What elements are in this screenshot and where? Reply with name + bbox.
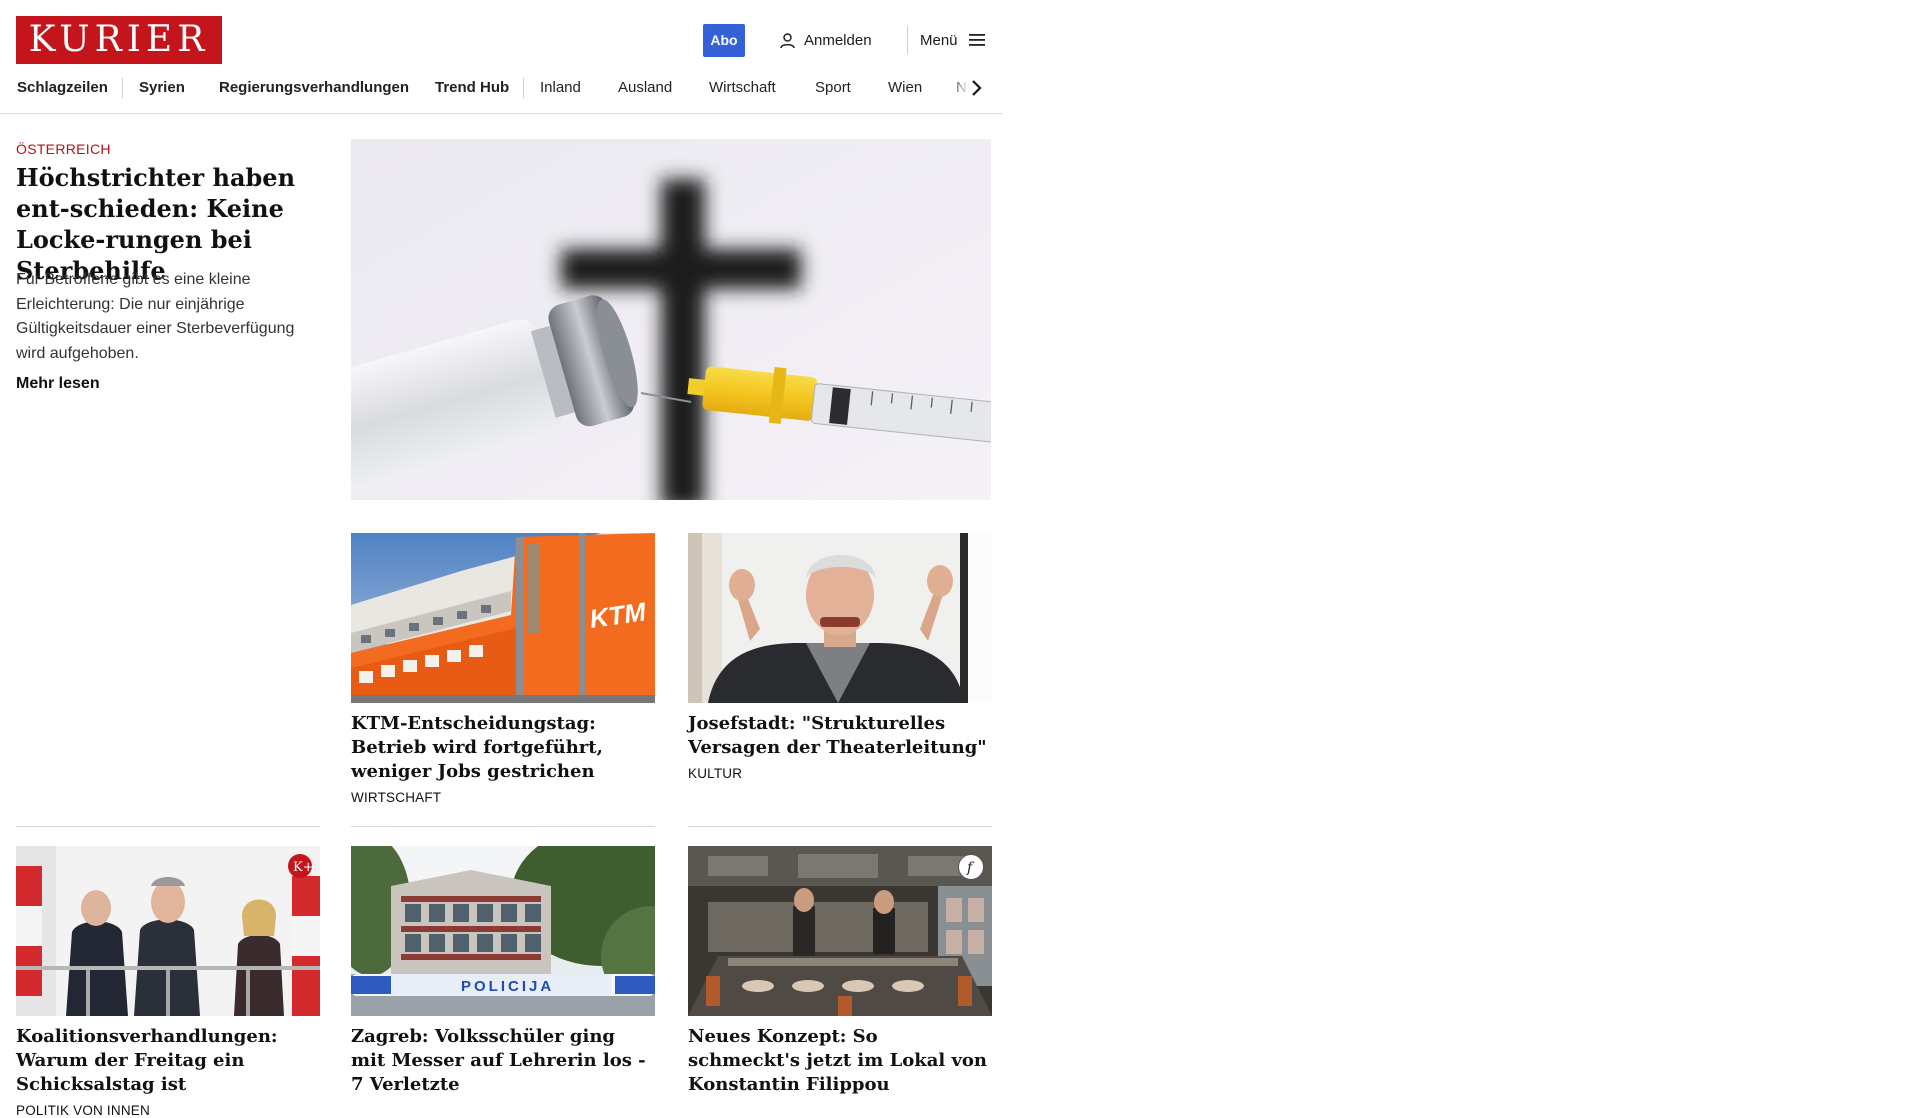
article-card-zagreb[interactable]: POLICIJA Zagreb: Volksschüler ging mit M… <box>351 846 655 1097</box>
user-icon <box>780 32 795 48</box>
kurier-logo[interactable]: KURIER <box>16 16 222 64</box>
nav-item-inland[interactable]: Inland <box>540 76 581 100</box>
lead-kicker: ÖSTERREICH <box>16 141 111 157</box>
row-divider <box>688 826 992 827</box>
article-image-koalition[interactable]: K+ <box>16 846 320 1016</box>
header-divider <box>907 26 908 54</box>
hamburger-icon <box>968 34 985 46</box>
svg-text:K+: K+ <box>293 860 312 875</box>
read-more-link[interactable]: Mehr lesen <box>16 375 100 393</box>
row-divider <box>351 826 655 827</box>
lead-image[interactable] <box>351 139 991 500</box>
article-title[interactable]: KTM-Entscheidungstag: Betrieb wird fortg… <box>351 712 655 784</box>
chevron-right-icon[interactable] <box>966 78 986 98</box>
article-title[interactable]: Zagreb: Volksschüler ging mit Messer auf… <box>351 1025 655 1097</box>
lead-teaser: Für Betroffene gibt es eine kleine Erlei… <box>16 271 295 362</box>
nav-item-syrien[interactable]: Syrien <box>139 76 185 100</box>
article-card-koalition[interactable]: K+ Koalitionsverhandlungen: Warum der Fr… <box>16 846 320 1118</box>
nav-item-sport[interactable]: Sport <box>815 76 851 100</box>
falstaff-badge-icon: f <box>958 854 984 880</box>
article-title[interactable]: Koalitionsverhandlungen: Warum der Freit… <box>16 1025 320 1097</box>
nav-item-wirtschaft[interactable]: Wirtschaft <box>709 76 776 100</box>
article-image-josefstadt[interactable] <box>688 533 992 703</box>
login-button[interactable]: Anmelden <box>779 30 872 50</box>
nav-item-wien[interactable]: Wien <box>888 76 922 100</box>
article-section[interactable]: POLITIK VON INNEN <box>16 1103 320 1118</box>
article-image-ktm[interactable]: KTM <box>351 533 655 703</box>
abo-button[interactable]: Abo <box>703 24 745 57</box>
nav-item-schlagzeilen[interactable]: Schlagzeilen <box>17 76 108 100</box>
svg-text:f: f <box>966 860 975 876</box>
nav-item-trend-hub[interactable]: Trend Hub <box>435 76 509 100</box>
article-section[interactable]: WIRTSCHAFT <box>351 790 655 805</box>
kurier-plus-badge-icon: K+ <box>288 854 314 878</box>
site-header: KURIER Abo Anmelden Menü Schlagzeilen Sy… <box>0 0 1003 114</box>
police-sign: POLICIJA <box>461 978 554 995</box>
nav-divider <box>523 78 524 98</box>
login-label: Anmelden <box>804 31 872 49</box>
page: KURIER Abo Anmelden Menü Schlagzeilen Sy… <box>0 0 1003 1118</box>
article-title[interactable]: Neues Konzept: So schmeckt's jetzt im Lo… <box>688 1025 992 1097</box>
row-divider <box>16 826 320 827</box>
nav-item-ausland[interactable]: Ausland <box>618 76 672 100</box>
article-image-filippou[interactable]: f <box>688 846 992 1016</box>
article-card-ktm[interactable]: KTM KTM-Entscheidungstag: Betrieb wird f… <box>351 533 655 805</box>
nav-item-regierungsverhandlungen[interactable]: Regierungsverhandlungen <box>219 76 409 100</box>
menu-label: Menü <box>920 31 958 49</box>
section-nav: Schlagzeilen Syrien Regierungsverhandlun… <box>0 76 1003 100</box>
article-image-zagreb[interactable]: POLICIJA <box>351 846 655 1016</box>
nav-divider <box>122 78 123 98</box>
menu-button[interactable]: Menü <box>920 30 986 50</box>
article-card-filippou[interactable]: f Neues Konzept: So schmeckt's jetzt im … <box>688 846 992 1097</box>
article-title[interactable]: Josefstadt: "Strukturelles Versagen der … <box>688 712 992 760</box>
article-card-josefstadt[interactable]: Josefstadt: "Strukturelles Versagen der … <box>688 533 992 781</box>
article-section[interactable]: KULTUR <box>688 766 992 781</box>
